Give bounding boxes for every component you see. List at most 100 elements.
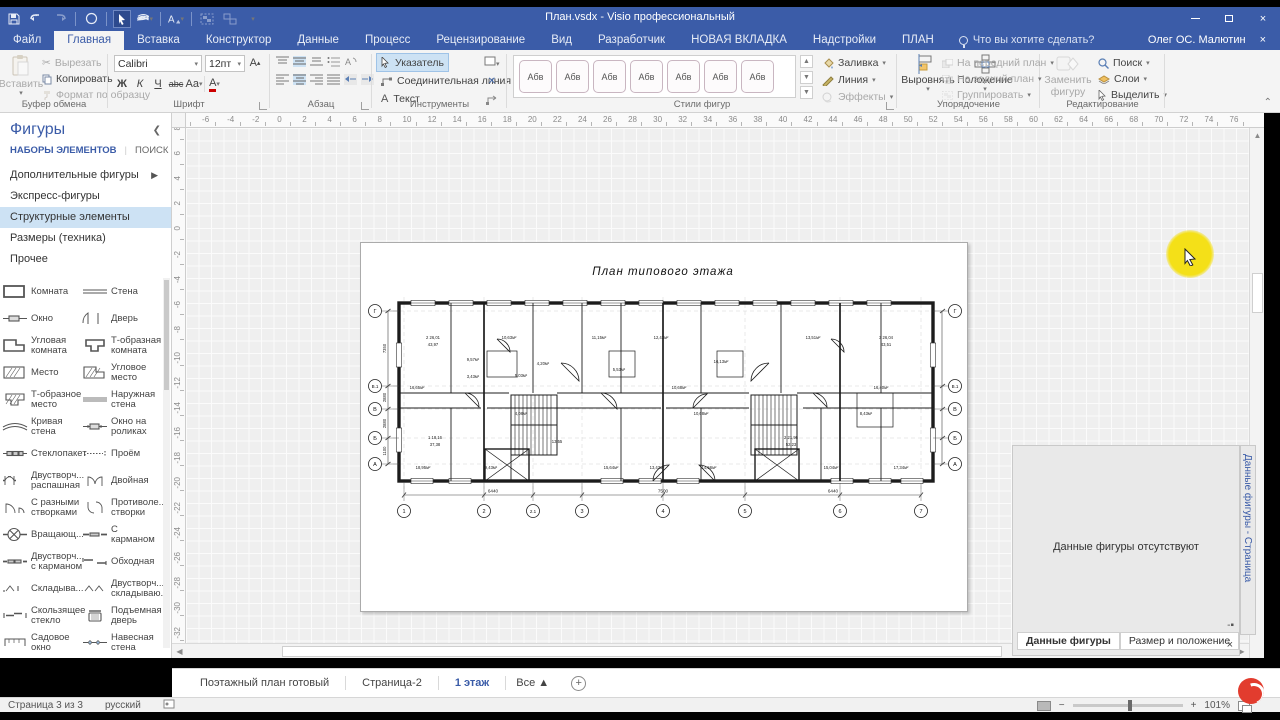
- page-tab-1[interactable]: Поэтажный план готовый: [184, 677, 345, 689]
- shapes-scrollbar[interactable]: [163, 278, 170, 648]
- zoom-in-button[interactable]: +: [1191, 700, 1197, 711]
- all-pages-button[interactable]: Все ▲: [506, 677, 559, 689]
- tab-разработчик[interactable]: Разработчик: [585, 31, 678, 50]
- zoom-slider[interactable]: [1073, 704, 1183, 707]
- tab-shape-data[interactable]: Данные фигуры: [1017, 632, 1120, 650]
- shape-double-door[interactable]: Двойная: [82, 467, 162, 494]
- shape-style-swatch[interactable]: Абв: [741, 60, 774, 93]
- zoom-slider-thumb[interactable]: [1128, 700, 1132, 711]
- tab-вставка[interactable]: Вставка: [124, 31, 193, 50]
- paragraph-dialog-launcher[interactable]: [361, 102, 369, 110]
- shape-corner-room[interactable]: Угловая комната: [2, 332, 82, 359]
- justify-icon[interactable]: [327, 74, 340, 85]
- bring-to-front-button[interactable]: На передний план▾: [942, 55, 1054, 71]
- shape-dbl-pocket[interactable]: Двустворч... с карманом: [2, 548, 82, 575]
- shape-t-room[interactable]: Т-образная комната: [82, 332, 162, 359]
- shape-style-swatch[interactable]: Абв: [519, 60, 552, 93]
- shape-diff-leaves[interactable]: С разными створками: [2, 494, 82, 521]
- tab-конструктор[interactable]: Конструктор: [193, 31, 285, 50]
- presentation-mode-icon[interactable]: [1037, 701, 1051, 711]
- shape-style-swatch[interactable]: Абв: [556, 60, 589, 93]
- shape-place[interactable]: Место: [2, 359, 82, 386]
- shape-style-swatch[interactable]: Абв: [704, 60, 737, 93]
- font-family-combo[interactable]: Calibri▾: [114, 55, 202, 72]
- tab-новая-вкладка[interactable]: НОВАЯ ВКЛАДКА: [678, 31, 800, 50]
- align-left-icon[interactable]: [276, 74, 289, 85]
- shape-style-swatch[interactable]: Абв: [593, 60, 626, 93]
- shape-door[interactable]: Дверь: [82, 305, 162, 332]
- shape-room[interactable]: Комната: [2, 278, 82, 305]
- fill-button[interactable]: Заливка▾: [822, 55, 886, 71]
- font-size-combo[interactable]: 12пт▾: [205, 55, 245, 72]
- tab-вид[interactable]: Вид: [538, 31, 585, 50]
- styles-scroll-down[interactable]: ▼: [800, 71, 813, 84]
- tab-данные[interactable]: Данные: [284, 31, 352, 50]
- tab-file[interactable]: Файл: [0, 31, 54, 50]
- page-tab-3[interactable]: 1 этаж: [439, 677, 505, 689]
- shape-folding[interactable]: Складыва...: [2, 575, 82, 602]
- group-shapes-button[interactable]: Группировать▾: [942, 87, 1031, 103]
- stencil-item[interactable]: Структурные элементы: [0, 207, 172, 228]
- collapse-shapes-panel-icon[interactable]: ❮: [153, 125, 161, 136]
- shape-data-side-tab[interactable]: Данные фигуры - Страница: [1240, 445, 1256, 635]
- macro-record-icon[interactable]: [163, 699, 175, 712]
- tell-me-box[interactable]: Что вы хотите сделать?: [947, 34, 1107, 50]
- stencil-item[interactable]: Дополнительные фигуры▶: [0, 165, 172, 186]
- minimize-button[interactable]: [1178, 7, 1212, 30]
- change-case-button[interactable]: Aa▾: [186, 76, 202, 92]
- zoom-out-button[interactable]: −: [1059, 700, 1065, 711]
- shape-wall[interactable]: Стена: [82, 278, 162, 305]
- shape-window[interactable]: Окно: [2, 305, 82, 332]
- shape-t-place[interactable]: Т-образное место: [2, 386, 82, 413]
- connection-point-tool[interactable]: ✕: [488, 76, 496, 87]
- tab-главная[interactable]: Главная: [54, 31, 124, 50]
- align-top-icon[interactable]: [276, 56, 289, 67]
- tab-рецензирование[interactable]: Рецензирование: [423, 31, 538, 50]
- shape-dbl-folding[interactable]: Двустворч... складываю...: [82, 575, 162, 602]
- send-to-back-button[interactable]: На задний план▾: [942, 71, 1042, 87]
- strikethrough-button[interactable]: abc: [168, 76, 184, 92]
- tab-процесс[interactable]: Процесс: [352, 31, 423, 50]
- shape-sliding[interactable]: Скользящее стекло: [2, 602, 82, 629]
- pointer-tool-button[interactable]: Указатель: [377, 54, 448, 71]
- shape-style-swatch[interactable]: Абв: [630, 60, 663, 93]
- stencil-item[interactable]: Экспресс-фигуры: [0, 186, 172, 207]
- hscroll-thumb[interactable]: [282, 646, 1002, 657]
- shape-bypass[interactable]: Обходная: [82, 548, 162, 575]
- shape-roller-window[interactable]: Окно на роликах: [82, 413, 162, 440]
- find-button[interactable]: Поиск▾: [1098, 55, 1150, 71]
- shape-dbl-swing[interactable]: Двустворч... распашная: [2, 467, 82, 494]
- status-language[interactable]: русский: [105, 700, 141, 711]
- shape-style-swatch[interactable]: Абв: [667, 60, 700, 93]
- restore-button[interactable]: [1212, 7, 1246, 30]
- shape-glazing[interactable]: Стеклопакет: [2, 440, 82, 467]
- line-button[interactable]: Линия▾: [822, 72, 876, 88]
- scroll-up-arrow[interactable]: ▲: [1250, 128, 1264, 143]
- shape-overhead[interactable]: Подъемная дверь: [82, 602, 162, 629]
- decrease-indent-icon[interactable]: [344, 74, 357, 85]
- scroll-left-arrow[interactable]: ◀: [172, 644, 187, 658]
- shape-curtain[interactable]: Навесная стена: [82, 629, 162, 656]
- close-pane-icon[interactable]: ×: [1260, 34, 1266, 46]
- collapse-ribbon-chevron[interactable]: ⌃: [1264, 97, 1272, 108]
- shape-glazed-wall[interactable]: Остеклённая стена: [2, 656, 82, 658]
- underline-button[interactable]: Ч: [150, 76, 166, 92]
- font-color-button[interactable]: A▾: [204, 76, 220, 92]
- shape-styles-dialog-launcher[interactable]: [886, 102, 894, 110]
- drawing-page[interactable]: План типового этажа: [360, 242, 968, 612]
- shape-ext-wall[interactable]: Наружная стена: [82, 386, 162, 413]
- styles-scroll-up[interactable]: ▲: [800, 55, 813, 68]
- user-name[interactable]: Олег ОС. Малютин: [1148, 34, 1246, 46]
- status-page-indicator[interactable]: Страница 3 из 3: [8, 700, 83, 711]
- shape-opp-leaves[interactable]: Противоле... створки: [82, 494, 162, 521]
- pin-panel-icon[interactable]: -▪: [1227, 620, 1234, 631]
- vscroll-thumb[interactable]: [1252, 273, 1263, 313]
- page-tab-2[interactable]: Страница-2: [346, 677, 438, 689]
- tab-план[interactable]: ПЛАН: [889, 31, 947, 50]
- tab-search-shapes[interactable]: ПОИСК: [135, 145, 168, 156]
- tab-size-position[interactable]: Размер и положение: [1120, 632, 1239, 650]
- stencil-item[interactable]: Размеры (техника): [0, 228, 172, 249]
- shape-opening[interactable]: Проём: [82, 440, 162, 467]
- bold-button[interactable]: Ж: [114, 76, 130, 92]
- text-rotate-icon[interactable]: A: [344, 56, 357, 67]
